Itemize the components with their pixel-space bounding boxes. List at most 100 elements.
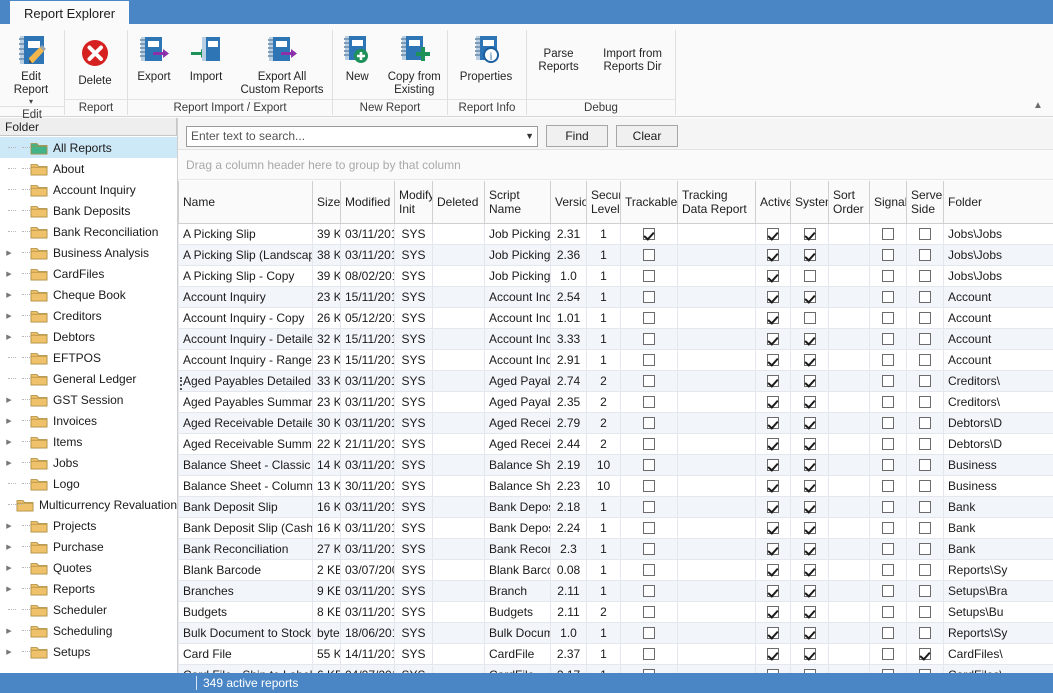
cell-signable-checkbox[interactable]	[870, 601, 907, 622]
column-header-folder[interactable]: Folder	[944, 181, 1053, 223]
unchecked-checkbox-icon[interactable]	[643, 564, 655, 576]
cell-active-checkbox[interactable]	[756, 475, 791, 496]
cell-server-side-checkbox[interactable]	[907, 559, 944, 580]
unchecked-checkbox-icon[interactable]	[882, 585, 894, 597]
unchecked-checkbox-icon[interactable]	[882, 606, 894, 618]
cell-active-checkbox[interactable]	[756, 517, 791, 538]
table-row[interactable]: Account Inquiry23 KB15/11/201SYSAccount …	[179, 286, 1053, 307]
cell-server-side-checkbox[interactable]	[907, 622, 944, 643]
unchecked-checkbox-icon[interactable]	[919, 354, 931, 366]
column-header-tracking-data-report[interactable]: Tracking Data Report	[678, 181, 756, 223]
checked-checkbox-icon[interactable]	[804, 648, 816, 660]
checked-checkbox-icon[interactable]	[804, 333, 816, 345]
cell-signable-checkbox[interactable]	[870, 391, 907, 412]
unchecked-checkbox-icon[interactable]	[643, 249, 655, 261]
unchecked-checkbox-icon[interactable]	[882, 543, 894, 555]
cell-server-side-checkbox[interactable]	[907, 328, 944, 349]
unchecked-checkbox-icon[interactable]	[919, 417, 931, 429]
unchecked-checkbox-icon[interactable]	[643, 648, 655, 660]
table-row[interactable]: Bank Deposit Slip16 KB03/11/201SYSBank D…	[179, 496, 1053, 517]
unchecked-checkbox-icon[interactable]	[882, 333, 894, 345]
cell-active-checkbox[interactable]	[756, 622, 791, 643]
chevron-right-icon[interactable]: ▶	[2, 242, 16, 263]
cell-server-side-checkbox[interactable]	[907, 391, 944, 412]
unchecked-checkbox-icon[interactable]	[882, 228, 894, 240]
column-header-deleted[interactable]: Deleted	[433, 181, 485, 223]
unchecked-checkbox-icon[interactable]	[919, 564, 931, 576]
chevron-right-icon[interactable]: ▶	[2, 410, 16, 431]
sidebar-item-eftpos[interactable]: EFTPOS	[0, 347, 177, 368]
cell-active-checkbox[interactable]	[756, 307, 791, 328]
checked-checkbox-icon[interactable]	[767, 627, 779, 639]
unchecked-checkbox-icon[interactable]	[804, 312, 816, 324]
table-row[interactable]: A Picking Slip (Landscape)38 KB03/11/201…	[179, 244, 1053, 265]
column-header-signable[interactable]: Signable	[870, 181, 907, 223]
cell-active-checkbox[interactable]	[756, 433, 791, 454]
sidebar-item-jobs[interactable]: ▶Jobs	[0, 452, 177, 473]
table-row[interactable]: Bank Reconciliation27 KB03/11/201SYSBank…	[179, 538, 1053, 559]
cell-server-side-checkbox[interactable]	[907, 223, 944, 244]
checked-checkbox-icon[interactable]	[767, 312, 779, 324]
cell-system-checkbox[interactable]	[791, 643, 829, 664]
unchecked-checkbox-icon[interactable]	[643, 417, 655, 429]
checked-checkbox-icon[interactable]	[804, 564, 816, 576]
chevron-right-icon[interactable]: ▶	[2, 431, 16, 452]
cell-active-checkbox[interactable]	[756, 601, 791, 622]
clear-button[interactable]: Clear	[616, 125, 678, 147]
unchecked-checkbox-icon[interactable]	[643, 291, 655, 303]
cell-system-checkbox[interactable]	[791, 307, 829, 328]
checked-checkbox-icon[interactable]	[767, 417, 779, 429]
sidebar-item-quotes[interactable]: ▶Quotes	[0, 557, 177, 578]
cell-system-checkbox[interactable]	[791, 433, 829, 454]
import-from-reports-dir-button[interactable]: Import from Reports Dir	[596, 46, 670, 74]
cell-trackable-checkbox[interactable]	[621, 265, 678, 286]
cell-trackable-checkbox[interactable]	[621, 412, 678, 433]
cell-system-checkbox[interactable]	[791, 223, 829, 244]
unchecked-checkbox-icon[interactable]	[882, 522, 894, 534]
unchecked-checkbox-icon[interactable]	[919, 627, 931, 639]
sidebar-item-cheque-book[interactable]: ▶Cheque Book	[0, 284, 177, 305]
cell-trackable-checkbox[interactable]	[621, 307, 678, 328]
cell-signable-checkbox[interactable]	[870, 580, 907, 601]
cell-active-checkbox[interactable]	[756, 286, 791, 307]
cell-server-side-checkbox[interactable]	[907, 412, 944, 433]
table-row[interactable]: A Picking Slip39 KB03/11/201SYSJob Picki…	[179, 223, 1053, 244]
checked-checkbox-icon[interactable]	[767, 459, 779, 471]
unchecked-checkbox-icon[interactable]	[882, 375, 894, 387]
cell-active-checkbox[interactable]	[756, 643, 791, 664]
cell-server-side-checkbox[interactable]	[907, 349, 944, 370]
cell-active-checkbox[interactable]	[756, 412, 791, 433]
checked-checkbox-icon[interactable]	[804, 249, 816, 261]
checked-checkbox-icon[interactable]	[767, 543, 779, 555]
cell-system-checkbox[interactable]	[791, 601, 829, 622]
checked-checkbox-icon[interactable]	[804, 480, 816, 492]
cell-active-checkbox[interactable]	[756, 349, 791, 370]
checked-checkbox-icon[interactable]	[767, 228, 779, 240]
unchecked-checkbox-icon[interactable]	[919, 438, 931, 450]
cell-trackable-checkbox[interactable]	[621, 391, 678, 412]
checked-checkbox-icon[interactable]	[767, 375, 779, 387]
cell-system-checkbox[interactable]	[791, 328, 829, 349]
table-row[interactable]: Branches9 KB03/11/201SYSBranch2.111Setup…	[179, 580, 1053, 601]
cell-system-checkbox[interactable]	[791, 517, 829, 538]
cell-active-checkbox[interactable]	[756, 328, 791, 349]
sidebar-item-scheduling[interactable]: ▶Scheduling	[0, 620, 177, 641]
column-header-size[interactable]: Size	[313, 181, 341, 223]
sidebar-item-cardfiles[interactable]: ▶CardFiles	[0, 263, 177, 284]
table-row[interactable]: Account Inquiry - Detailed32 KB15/11/201…	[179, 328, 1053, 349]
cell-active-checkbox[interactable]	[756, 538, 791, 559]
cell-system-checkbox[interactable]	[791, 664, 829, 673]
cell-active-checkbox[interactable]	[756, 391, 791, 412]
column-header-modify-init[interactable]: Modify Init	[395, 181, 433, 223]
unchecked-checkbox-icon[interactable]	[919, 522, 931, 534]
cell-system-checkbox[interactable]	[791, 370, 829, 391]
unchecked-checkbox-icon[interactable]	[882, 312, 894, 324]
cell-signable-checkbox[interactable]	[870, 559, 907, 580]
checked-checkbox-icon[interactable]	[767, 585, 779, 597]
table-row[interactable]: Aged Receivable Summary22 KB21/11/201SYS…	[179, 433, 1053, 454]
cell-trackable-checkbox[interactable]	[621, 475, 678, 496]
find-button[interactable]: Find	[546, 125, 608, 147]
unchecked-checkbox-icon[interactable]	[882, 417, 894, 429]
cell-trackable-checkbox[interactable]	[621, 664, 678, 673]
checked-checkbox-icon[interactable]	[804, 354, 816, 366]
